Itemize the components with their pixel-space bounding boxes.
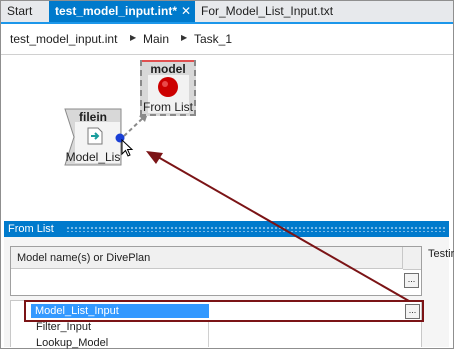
option-lookup-model[interactable]: Lookup_Model (36, 337, 108, 349)
close-icon[interactable]: ✕ (181, 1, 191, 22)
model-node-label: From List (142, 100, 193, 114)
tab-label: test_model_input.int* (55, 4, 178, 18)
breadcrumb-item-main[interactable]: Main (143, 32, 169, 46)
model-node[interactable]: model From List (140, 60, 196, 116)
model-node-title: model (150, 62, 186, 76)
breadcrumb-item-file[interactable]: test_model_input.int (10, 32, 117, 46)
filein-node-title: filein (78, 110, 107, 124)
breadcrumb: test_model_input.int ▶ Main ▶ Task_1 (1, 24, 453, 55)
model-names-grid: Model name(s) or DivePlan ... (10, 246, 422, 296)
panel-grip (66, 226, 446, 232)
model-icon (158, 77, 178, 97)
panel-title: From List (8, 223, 54, 235)
chevron-right-icon: ▶ (130, 33, 137, 42)
annotation-highlight (24, 300, 424, 322)
option-filter-input[interactable]: Filter_Input (36, 321, 91, 333)
chevron-right-icon: ▶ (181, 33, 188, 42)
column-header: Model name(s) or DivePlan (11, 247, 403, 269)
tab-test-model-input[interactable]: test_model_input.int* ✕ (49, 1, 195, 22)
tab-start-label: Start (7, 4, 33, 18)
breadcrumb-item-task[interactable]: Task_1 (194, 32, 232, 46)
properties-panel-header: From List (4, 221, 449, 237)
tab-for-model-list-input[interactable]: For_Model_List_Input.txt (195, 1, 355, 22)
tab-label: For_Model_List_Input.txt (201, 4, 334, 18)
browse-button[interactable]: ... (404, 273, 419, 288)
file-icon (87, 127, 103, 145)
tab-start[interactable]: Start (1, 1, 49, 22)
filein-node-label: Model_Lis (65, 150, 121, 164)
tab-bar: Start test_model_input.int* ✕ For_Model_L… (1, 1, 453, 24)
filein-node[interactable]: filein Model_Lis (64, 108, 122, 166)
cursor-icon (121, 139, 134, 157)
side-label: Testir (428, 248, 454, 260)
